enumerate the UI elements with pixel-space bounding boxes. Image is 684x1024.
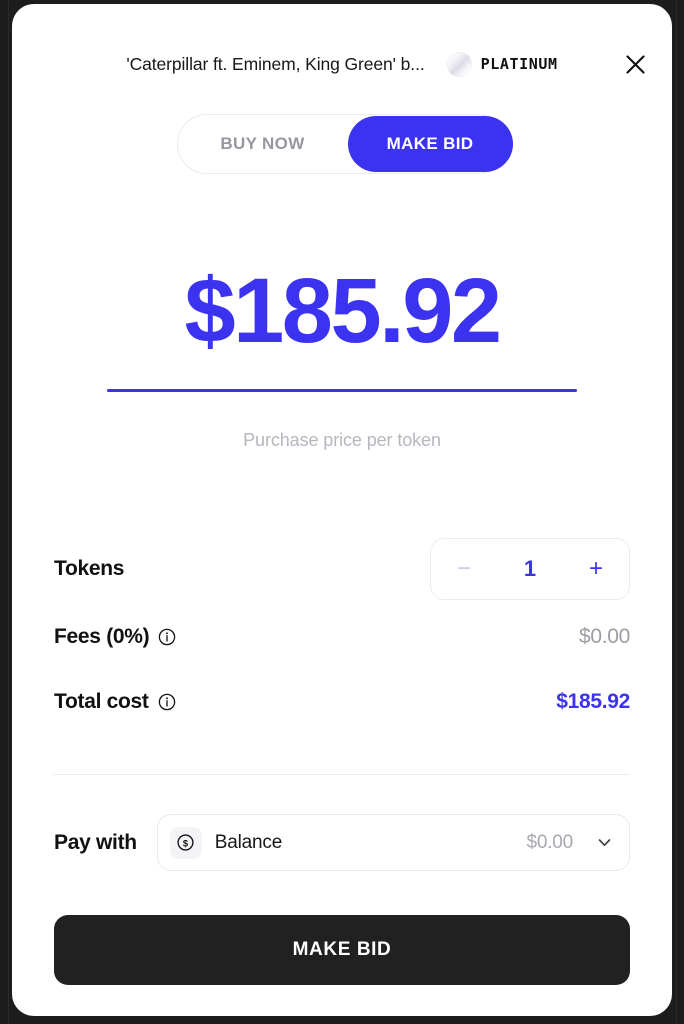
fees-label: Fees (0%) (54, 625, 150, 648)
quantity-value: 1 (523, 556, 537, 581)
backdrop-seam-right (676, 0, 677, 1024)
tier-label: PLATINUM (480, 55, 558, 73)
info-icon[interactable] (158, 693, 176, 711)
platinum-orb-icon (446, 51, 472, 77)
pay-with-label: Pay with (54, 830, 137, 854)
total-value: $185.92 (556, 690, 630, 713)
tab-make-bid[interactable]: MAKE BID (347, 116, 513, 172)
mode-toggle: BUY NOW MAKE BID (176, 114, 513, 174)
dollar-circle-icon: $ (177, 834, 194, 851)
info-icon[interactable] (158, 628, 176, 646)
close-button[interactable] (618, 47, 652, 81)
price-input-value[interactable]: $185.92 (12, 261, 672, 361)
chevron-down-icon (598, 839, 611, 847)
tokens-label: Tokens (54, 557, 125, 580)
mode-toggle-container: BUY NOW MAKE BID (12, 114, 672, 174)
payment-method-balance: $0.00 (526, 831, 573, 853)
purchase-modal: 'Caterpillar ft. Eminem, King Green' b..… (12, 4, 672, 1016)
tokens-row: Tokens − 1 + (54, 532, 630, 606)
price-caption: Purchase price per token (243, 430, 441, 451)
price-input-underline (107, 389, 577, 393)
order-summary: Tokens − 1 + Fees (0%) $0.00 Total cost (54, 532, 630, 736)
payment-method-name: Balance (214, 831, 283, 853)
fees-row: Fees (0%) $0.00 (54, 606, 630, 668)
close-icon (625, 54, 645, 74)
section-divider (54, 774, 630, 775)
tab-buy-now[interactable]: BUY NOW (178, 115, 348, 173)
quantity-stepper: − 1 + (430, 538, 630, 600)
price-block: $185.92 Purchase price per token (12, 261, 672, 451)
fees-value: $0.00 (578, 625, 630, 648)
make-bid-button[interactable]: MAKE BID (54, 915, 630, 985)
fees-label-group: Fees (0%) (54, 625, 176, 649)
modal-header: 'Caterpillar ft. Eminem, King Green' b..… (12, 40, 672, 88)
svg-text:$: $ (183, 837, 189, 848)
increment-button[interactable]: + (583, 553, 609, 585)
total-label-group: Total cost (54, 690, 176, 714)
total-row: Total cost $185.92 (54, 668, 630, 736)
decrement-button[interactable]: − (451, 553, 477, 585)
backdrop-seam-left (8, 0, 9, 1024)
payment-method-select[interactable]: $ Balance $0.00 (156, 814, 630, 871)
page-title: 'Caterpillar ft. Eminem, King Green' b..… (126, 53, 425, 74)
total-label: Total cost (54, 690, 149, 713)
pay-with-row: Pay with $ Balance $0.00 (54, 814, 630, 871)
payment-method-icon-tile: $ (169, 826, 202, 859)
status-badge: PLATINUM (446, 51, 558, 77)
